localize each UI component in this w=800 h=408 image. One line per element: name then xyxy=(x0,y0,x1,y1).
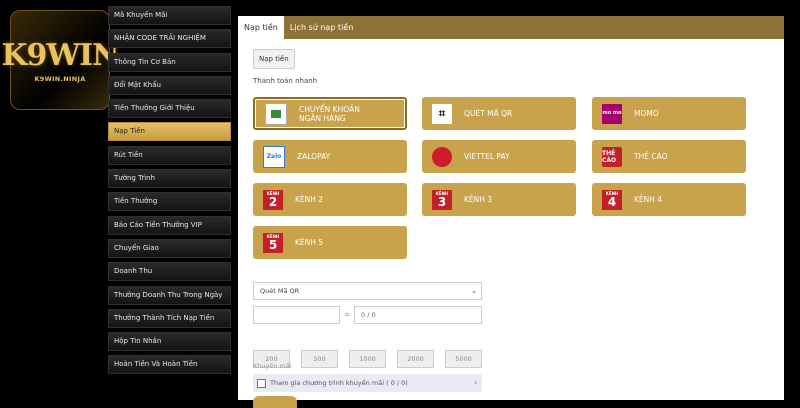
payment-method-select[interactable]: Quét Mã QR ⌄ xyxy=(253,282,482,300)
payment-channel-4[interactable]: KÊNH 4 KÊNH 4 xyxy=(592,183,746,216)
sidebar-item-basic-info[interactable]: Thông Tin Cơ Bản xyxy=(108,52,231,72)
payment-label: KÊNH 4 xyxy=(634,195,663,204)
payment-label: VIETTEL PAY xyxy=(464,152,510,161)
bank-transfer-icon xyxy=(265,102,287,125)
amount-input[interactable] xyxy=(253,306,340,324)
tab-deposit-history[interactable]: Lịch sử nạp tiền xyxy=(284,16,359,39)
amount-row: = 0 / 0 xyxy=(253,306,482,324)
sidebar-item-refund[interactable]: Hoàn Tiền Và Hoàn Tiền xyxy=(108,355,231,375)
sidebar-item-change-password[interactable]: Đổi Mật Khẩu xyxy=(108,75,231,95)
channel-icon: KÊNH 3 xyxy=(432,189,452,210)
qr-scan-icon: ⌗ xyxy=(432,103,452,124)
channel-icon-number: 2 xyxy=(268,194,278,209)
payment-label: MOMO xyxy=(634,109,659,118)
promo-text: Tham gia chương trình khuyến mãi ( 0 / 0… xyxy=(270,379,408,387)
payment-label-line2: NGÂN HÀNG xyxy=(299,113,346,123)
channel-icon-number: 3 xyxy=(437,194,447,209)
channel-icon: KÊNH 2 xyxy=(263,189,283,210)
sidebar-item-statement[interactable]: Tường Trình xyxy=(108,169,231,189)
channel-icon: KÊNH 5 xyxy=(263,232,283,253)
payment-label: QUÉT MÃ QR xyxy=(464,109,513,118)
sidebar-item-bonus[interactable]: Tiền Thưởng xyxy=(108,192,231,212)
payment-viettel-pay[interactable]: VIETTEL PAY xyxy=(422,140,576,173)
logo-text: K9WIN xyxy=(1,37,119,73)
deposit-panel: Nạp tiền Lịch sử nạp tiền Nạp tiền Thanh… xyxy=(238,16,784,408)
tab-bar: Nạp tiền Lịch sử nạp tiền xyxy=(238,16,784,39)
submit-button[interactable] xyxy=(253,396,297,408)
sidebar-menu: Mã Khuyến Mãi NHẬN CODE TRẢI NGHIỆM Thôn… xyxy=(108,6,231,379)
sidebar-item-revenue[interactable]: Doanh Thu xyxy=(108,262,231,282)
sidebar-item-deposit[interactable]: Nạp Tiền xyxy=(108,122,231,142)
amount-separator: = xyxy=(344,311,350,319)
logo-domain: K9WIN.NINJA xyxy=(34,74,86,83)
payment-qr[interactable]: ⌗ QUÉT MÃ QR xyxy=(422,97,576,130)
payment-label: ZALOPAY xyxy=(297,152,331,161)
channel-icon-number: 5 xyxy=(268,237,278,252)
quick-amount-button[interactable]: 2000 xyxy=(397,350,434,368)
sidebar-item-inbox[interactable]: Hộp Tin Nhắn xyxy=(108,332,231,352)
deposit-button[interactable]: Nạp tiền xyxy=(253,49,295,69)
payment-label: CHUYỂN KHOẢN xyxy=(299,104,360,114)
momo-icon: mo mo xyxy=(602,103,622,124)
promo-label: Khuyến mãi xyxy=(253,362,292,370)
payment-label: KÊNH 2 xyxy=(295,195,324,204)
payment-label: KÊNH 3 xyxy=(464,195,493,204)
scratch-card-icon: THẺ CÀO xyxy=(602,146,622,167)
sidebar-item-deposit-achievement[interactable]: Thưởng Thành Tích Nạp Tiền xyxy=(108,308,231,328)
sidebar-item-withdraw[interactable]: Rút Tiền xyxy=(108,145,231,165)
quick-amount-button[interactable]: 1000 xyxy=(349,350,386,368)
payment-momo[interactable]: mo mo MOMO xyxy=(592,97,746,130)
quick-payment-label: Thanh toán nhanh xyxy=(253,77,318,85)
logo[interactable]: K9WIN K9WIN.NINJA xyxy=(1,10,120,110)
select-value: Quét Mã QR xyxy=(260,287,300,295)
channel-icon: KÊNH 4 xyxy=(602,189,622,210)
payment-bank-transfer[interactable]: CHUYỂN KHOẢN NGÂN HÀNG xyxy=(253,97,407,130)
payment-channel-5[interactable]: KÊNH 5 KÊNH 5 xyxy=(253,226,407,259)
quick-amount-button[interactable]: 5000 xyxy=(445,350,482,368)
payment-label: KÊNH 5 xyxy=(295,238,324,247)
payment-channel-3[interactable]: KÊNH 3 KÊNH 3 xyxy=(422,183,576,216)
zalopay-icon: Zalo xyxy=(263,145,285,168)
payment-zalopay[interactable]: Zalo ZALOPAY xyxy=(253,140,407,173)
sidebar-item-referral-bonus[interactable]: Tiền Thưởng Giới Thiệu xyxy=(108,99,231,119)
payment-scratch-card[interactable]: THẺ CÀO THẺ CÀO xyxy=(592,140,746,173)
sidebar-item-daily-revenue-bonus[interactable]: Thưởng Doanh Thu Trong Ngày xyxy=(108,285,231,305)
viettel-pay-icon xyxy=(432,146,452,167)
chevron-down-icon: ⌄ xyxy=(471,287,477,295)
payment-label: THẺ CÀO xyxy=(634,152,668,161)
tab-deposit[interactable]: Nạp tiền xyxy=(238,16,284,39)
payment-channel-2[interactable]: KÊNH 2 KÊNH 2 xyxy=(253,183,407,216)
amount-result: 0 / 0 xyxy=(354,306,482,324)
promo-toggle[interactable]: Tham gia chương trình khuyến mãi ( 0 / 0… xyxy=(253,374,482,392)
sidebar-item-trial-code[interactable]: NHẬN CODE TRẢI NGHIỆM xyxy=(108,29,231,49)
sidebar-item-promo-code[interactable]: Mã Khuyến Mãi xyxy=(108,6,231,25)
chevron-right-icon: › xyxy=(474,379,477,387)
sidebar-item-vip-report[interactable]: Báo Cáo Tiền Thưởng VIP xyxy=(108,215,231,235)
quick-amount-button[interactable]: 500 xyxy=(301,350,338,368)
sidebar-item-transfer[interactable]: Chuyển Giao xyxy=(108,238,231,258)
promo-checkbox[interactable] xyxy=(257,378,266,388)
channel-icon-number: 4 xyxy=(607,194,617,209)
